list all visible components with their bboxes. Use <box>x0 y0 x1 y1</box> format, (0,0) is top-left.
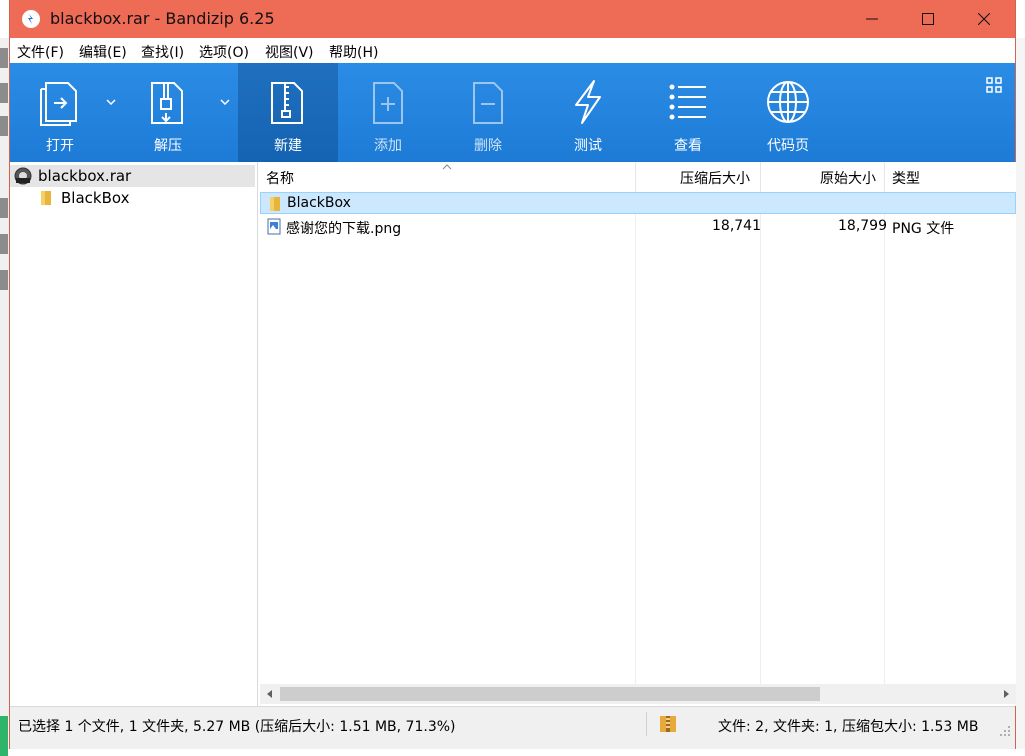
png-image-file-icon <box>267 218 281 235</box>
close-icon <box>978 13 990 25</box>
add-files-label: 添加 <box>374 138 402 154</box>
open-dropdown-chevron-icon[interactable] <box>106 97 116 108</box>
background-fragment <box>0 116 8 136</box>
background-window-right <box>1016 38 1025 749</box>
window-bottom-edge <box>10 741 1015 749</box>
item-name: 感谢您的下载.png <box>286 221 402 237</box>
status-bar: 已选择 1 个文件, 1 文件夹, 5.27 MB (压缩后大小: 1.51 M… <box>10 706 1015 742</box>
scroll-right-arrow-icon[interactable] <box>1002 690 1010 698</box>
minimize-button[interactable] <box>847 0 897 38</box>
status-divider <box>646 712 647 736</box>
delete-file-icon <box>473 82 503 124</box>
tree-node-blackbox[interactable]: BlackBox <box>10 187 255 209</box>
column-header-name[interactable]: 名称 <box>266 168 294 188</box>
extract-button[interactable]: 解压 <box>128 63 208 162</box>
test-button[interactable]: 测试 <box>548 63 628 162</box>
menu-bar: 文件(F) 编辑(E) 查找(I) 选项(O) 视图(V) 帮助(H) <box>10 38 1015 63</box>
background-fragment <box>0 83 8 103</box>
menu-find[interactable]: 查找(I) <box>141 42 184 62</box>
new-archive-label: 新建 <box>274 138 302 154</box>
background-fragment <box>0 716 8 756</box>
folder-icon <box>41 191 51 205</box>
background-window-left <box>0 38 9 756</box>
test-label: 测试 <box>574 138 602 154</box>
layout-grid-button[interactable] <box>986 77 1002 97</box>
menu-edit[interactable]: 编辑(E) <box>79 42 127 62</box>
minimize-icon <box>866 18 878 20</box>
item-original-size: 18,799 <box>838 218 887 234</box>
sort-ascending-icon <box>442 164 452 170</box>
open-label: 打开 <box>46 138 74 154</box>
menu-help[interactable]: 帮助(H) <box>329 42 378 62</box>
horizontal-scrollbar[interactable] <box>260 684 1016 704</box>
title-bar: blackbox.rar - Bandizip 6.25 <box>10 0 1015 38</box>
lightning-bolt-icon <box>575 80 601 124</box>
resize-grip-icon[interactable] <box>999 725 1011 737</box>
scroll-left-arrow-icon[interactable] <box>266 690 274 698</box>
extract-zipper-icon <box>151 82 183 124</box>
column-separator[interactable] <box>884 162 885 192</box>
folder-icon <box>270 197 280 211</box>
column-separator[interactable] <box>635 162 636 192</box>
background-fragment <box>0 198 8 218</box>
maximize-button[interactable] <box>903 0 953 38</box>
tree-child-label: BlackBox <box>61 189 130 207</box>
tree-node-archive-root[interactable]: blackbox.rar <box>10 165 255 187</box>
open-button[interactable]: 打开 <box>20 63 100 162</box>
rar-archive-icon <box>14 167 32 185</box>
globe-icon <box>767 81 809 123</box>
close-button[interactable] <box>959 0 1009 38</box>
column-header-type[interactable]: 类型 <box>892 168 920 188</box>
grid-layout-icon <box>986 77 1002 93</box>
column-header-row: 名称 压缩后大小 原始大小 类型 <box>260 162 1016 193</box>
column-gridline <box>635 192 636 684</box>
selection-status-text: 已选择 1 个文件, 1 文件夹, 5.27 MB (压缩后大小: 1.51 M… <box>18 719 456 735</box>
new-archive-button[interactable]: 新建 <box>238 63 338 162</box>
bandizip-app-icon <box>22 10 40 28</box>
open-archive-icon <box>40 82 77 126</box>
archive-folder-icon <box>660 716 676 732</box>
column-header-original-size[interactable]: 原始大小 <box>820 168 876 188</box>
maximize-icon <box>922 13 934 25</box>
codepage-button[interactable]: 代码页 <box>748 63 828 162</box>
menu-view[interactable]: 视图(V) <box>265 42 314 62</box>
window-title: blackbox.rar - Bandizip 6.25 <box>50 9 275 28</box>
extract-dropdown-chevron-icon[interactable] <box>220 97 230 108</box>
new-archive-icon <box>271 82 303 124</box>
column-gridline <box>760 192 761 684</box>
folder-tree-panel: blackbox.rar BlackBox <box>10 162 258 706</box>
item-type: PNG 文件 <box>892 221 955 237</box>
view-label: 查看 <box>674 138 702 154</box>
list-view-icon <box>669 84 706 120</box>
column-separator[interactable] <box>760 162 761 192</box>
list-item[interactable]: 感谢您的下载.png 18,741 18,799 PNG 文件 <box>260 216 1016 238</box>
menu-file[interactable]: 文件(F) <box>17 42 64 62</box>
add-files-button[interactable]: 添加 <box>348 63 428 162</box>
background-fragment <box>0 48 8 68</box>
list-item[interactable]: BlackBox <box>260 192 1016 214</box>
bandizip-window: blackbox.rar - Bandizip 6.25 文件(F) 编辑(E)… <box>9 0 1016 749</box>
view-button[interactable]: 查看 <box>648 63 728 162</box>
item-name: BlackBox <box>287 195 351 211</box>
background-fragment <box>0 234 8 254</box>
toolbar: 打开 解压 新建 添加 删除 测试 查看 代码页 <box>10 63 1015 162</box>
column-gridline <box>884 192 885 684</box>
delete-label: 删除 <box>474 138 502 154</box>
file-list-panel: 名称 压缩后大小 原始大小 类型 BlackBox 感谢您的下载.png 18,… <box>260 162 1016 706</box>
item-packed-size: 18,741 <box>712 218 761 234</box>
column-header-packed-size[interactable]: 压缩后大小 <box>680 168 750 188</box>
extract-label: 解压 <box>154 138 182 154</box>
codepage-label: 代码页 <box>767 138 809 154</box>
menu-options[interactable]: 选项(O) <box>199 42 249 62</box>
tree-root-label: blackbox.rar <box>38 167 132 185</box>
archive-summary-text: 文件: 2, 文件夹: 1, 压缩包大小: 1.53 MB <box>718 719 979 735</box>
background-fragment <box>0 270 8 290</box>
scrollbar-thumb[interactable] <box>280 687 820 701</box>
add-file-icon <box>373 82 403 124</box>
delete-button[interactable]: 删除 <box>448 63 528 162</box>
